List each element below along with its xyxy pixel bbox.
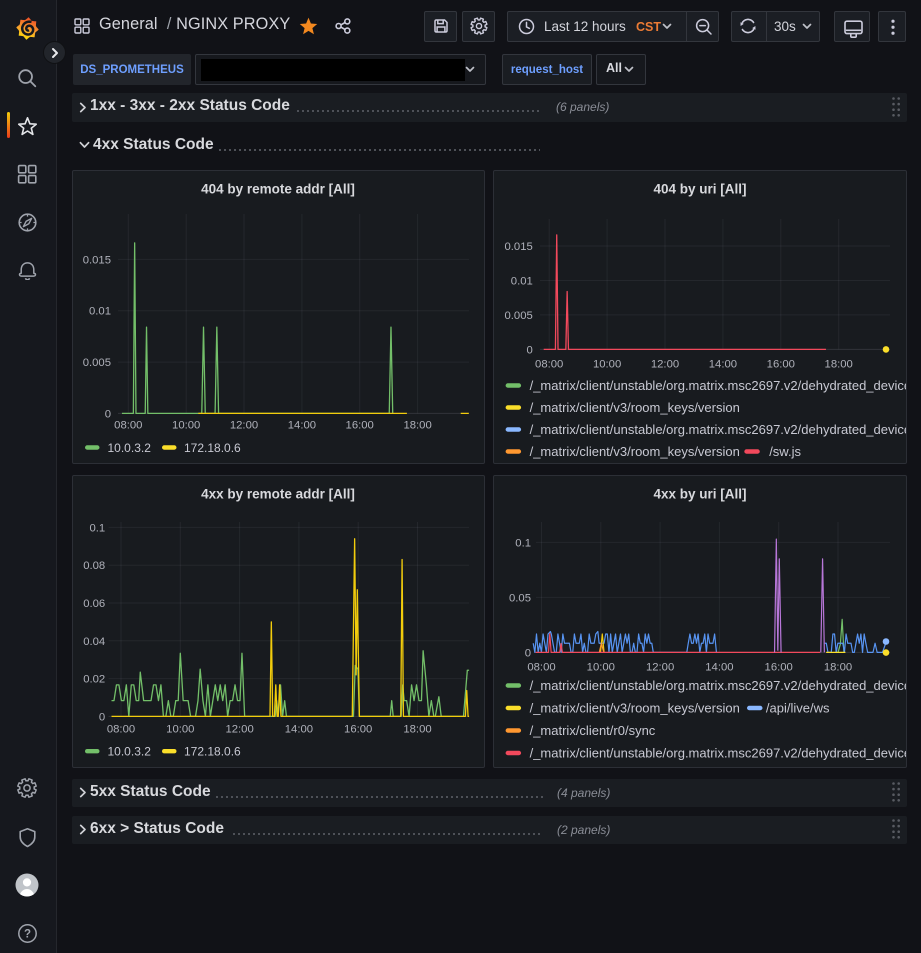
svg-text:08:00: 08:00: [535, 359, 563, 371]
svg-text:/_matrix/client/v3/room_keys/v: /_matrix/client/v3/room_keys/version: [530, 400, 740, 415]
svg-text:12:00: 12:00: [646, 662, 674, 674]
svg-text:12:00: 12:00: [225, 724, 253, 736]
svg-text:0.1: 0.1: [515, 537, 531, 549]
svg-text:0: 0: [525, 647, 531, 659]
svg-text:0.08: 0.08: [83, 560, 105, 572]
svg-text:0.005: 0.005: [83, 357, 111, 369]
svg-text:/api/live/ws: /api/live/ws: [766, 701, 830, 716]
svg-text:18:00: 18:00: [403, 724, 431, 736]
svg-text:0.06: 0.06: [83, 598, 105, 610]
svg-text:08:00: 08:00: [114, 420, 142, 432]
svg-text:0: 0: [99, 711, 105, 723]
svg-text:172.18.0.6: 172.18.0.6: [184, 441, 241, 455]
svg-text:18:00: 18:00: [825, 359, 853, 371]
svg-text:10:00: 10:00: [166, 724, 194, 736]
svg-text:0.1: 0.1: [89, 522, 105, 534]
svg-text:/_matrix/client/r0/sync: /_matrix/client/r0/sync: [530, 723, 656, 738]
svg-text:14:00: 14:00: [709, 359, 737, 371]
svg-text:16:00: 16:00: [346, 420, 374, 432]
svg-text:0.05: 0.05: [509, 592, 531, 604]
svg-text:172.18.0.6: 172.18.0.6: [184, 745, 241, 759]
svg-text:/_matrix/client/v3/room_keys/v: /_matrix/client/v3/room_keys/version: [530, 701, 740, 716]
svg-text:10:00: 10:00: [172, 420, 200, 432]
svg-text:/_matrix/client/unstable/org.m: /_matrix/client/unstable/org.matrix.msc2…: [530, 422, 907, 437]
svg-text:0.015: 0.015: [505, 241, 533, 253]
svg-text:16:00: 16:00: [767, 359, 795, 371]
svg-text:08:00: 08:00: [527, 662, 555, 674]
svg-text:0.02: 0.02: [83, 674, 105, 686]
svg-text:0.01: 0.01: [511, 276, 533, 288]
svg-text:0.015: 0.015: [83, 254, 111, 266]
svg-text:4xx by remote addr [All]: 4xx by remote addr [All]: [201, 487, 355, 502]
svg-text:/_matrix/client/unstable/org.m: /_matrix/client/unstable/org.matrix.msc2…: [530, 378, 907, 393]
svg-text:/sw.js: /sw.js: [769, 444, 801, 459]
svg-text:0.01: 0.01: [89, 306, 111, 318]
svg-text:0.04: 0.04: [83, 636, 105, 648]
svg-text:10.0.3.2: 10.0.3.2: [108, 745, 152, 759]
svg-text:0.005: 0.005: [505, 310, 533, 322]
svg-text:404 by uri [All]: 404 by uri [All]: [653, 182, 746, 197]
svg-text:12:00: 12:00: [230, 420, 258, 432]
svg-text:14:00: 14:00: [705, 662, 733, 674]
svg-text:10:00: 10:00: [587, 662, 615, 674]
svg-text:4xx by uri [All]: 4xx by uri [All]: [653, 487, 746, 502]
svg-text:08:00: 08:00: [107, 724, 135, 736]
svg-text:18:00: 18:00: [403, 420, 431, 432]
svg-text:10.0.3.2: 10.0.3.2: [108, 441, 152, 455]
svg-text:16:00: 16:00: [765, 662, 793, 674]
svg-text:12:00: 12:00: [651, 359, 679, 371]
svg-text:14:00: 14:00: [285, 724, 313, 736]
svg-text:14:00: 14:00: [288, 420, 316, 432]
svg-text:18:00: 18:00: [824, 662, 852, 674]
svg-text:10:00: 10:00: [593, 359, 621, 371]
svg-text:404 by remote addr [All]: 404 by remote addr [All]: [201, 182, 355, 197]
svg-text:?: ?: [24, 929, 31, 941]
svg-text:/_matrix/client/unstable/org.m: /_matrix/client/unstable/org.matrix.msc2…: [530, 746, 907, 761]
svg-text:/_matrix/client/unstable/org.m: /_matrix/client/unstable/org.matrix.msc2…: [530, 678, 907, 693]
svg-text:0: 0: [527, 344, 533, 356]
svg-text:/_matrix/client/v3/room_keys/v: /_matrix/client/v3/room_keys/version: [530, 444, 740, 459]
svg-text:0: 0: [105, 408, 111, 420]
svg-text:16:00: 16:00: [344, 724, 372, 736]
